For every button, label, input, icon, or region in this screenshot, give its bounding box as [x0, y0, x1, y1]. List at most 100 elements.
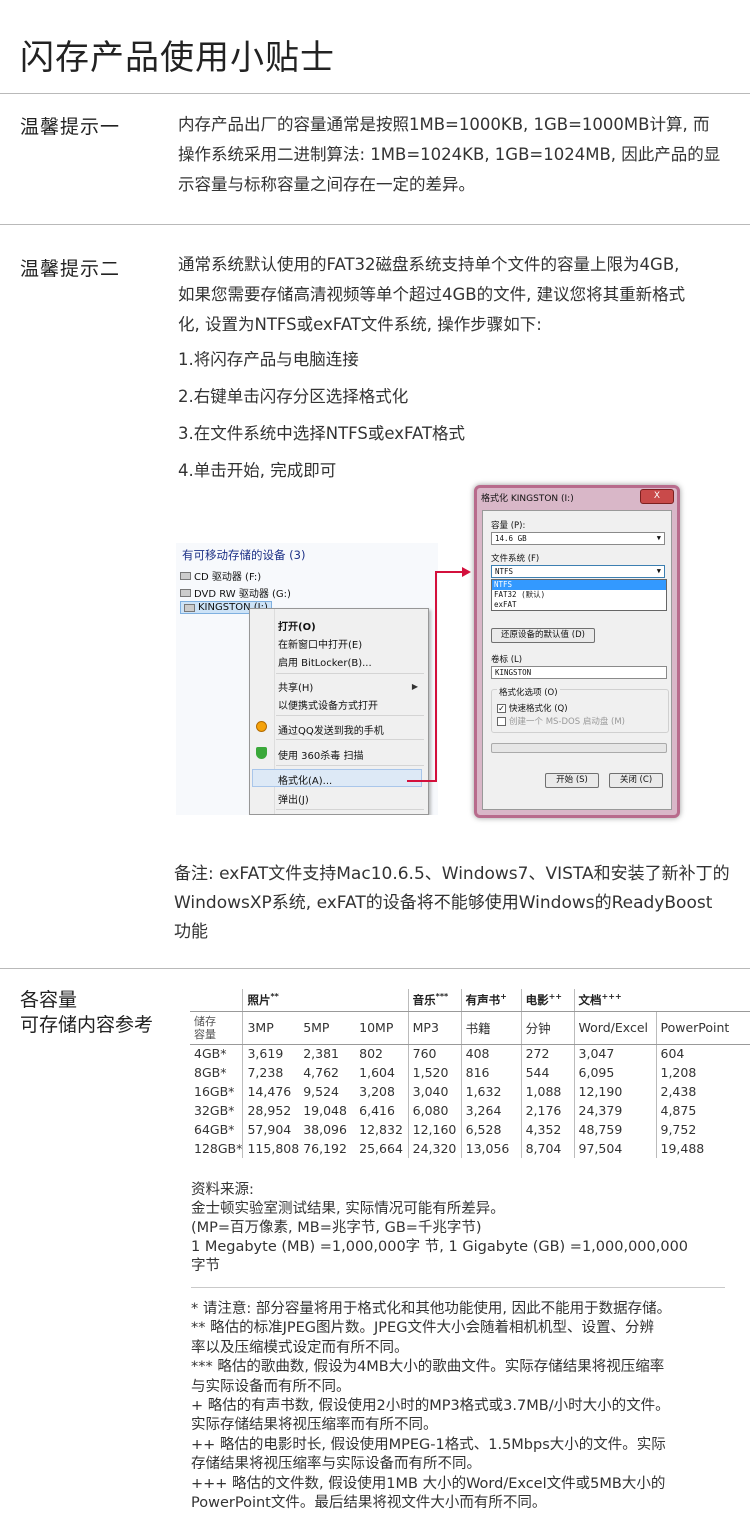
volume-label-input[interactable]: KINGSTON [491, 666, 667, 679]
col-header: Word/Excel [573, 1011, 656, 1045]
format-options-label: 格式化选项 (O) [497, 686, 560, 698]
table-row: 128GB* 115,808 76,192 25,664 24,320 13,056 8,7… [190, 1139, 750, 1158]
divider [0, 224, 750, 225]
menu-scan-360[interactable]: 使用 360杀毒 扫描 [278, 747, 363, 762]
note-text: 备注: exFAT文件支持Mac10.6.5、Windows7、VISTA和安装… [174, 864, 730, 942]
chevron-down-icon: ▼ [656, 534, 661, 542]
capacity-select[interactable]: 14.6 GB ▼ [491, 532, 665, 545]
table-cell: 6,528 [460, 1120, 522, 1139]
table-row: 4GB* 3,619 2,381 802 760 408 272 3,047 604 [190, 1044, 750, 1063]
table-cell: 760 [407, 1044, 462, 1063]
step-1: 1.将闪存产品与电脑连接 [178, 350, 359, 369]
table-cell: 12,160 [407, 1120, 462, 1139]
table-cell: 6,080 [407, 1101, 462, 1120]
format-progress-bar [491, 743, 667, 753]
table-cell: 12,832 [359, 1122, 403, 1137]
group-music: 音乐*** [407, 989, 462, 1012]
volume-label-label: 卷标 (L) [491, 655, 523, 665]
table-cell: 4,352 [520, 1120, 575, 1139]
data-source: 资料来源: 金士顿实验室测试结果, 实际情况可能有所差异。 (MP=百万像素, … [191, 1182, 689, 1274]
table-cell: 1,632 [460, 1082, 522, 1101]
row-capacity: 4GB* [194, 1046, 227, 1062]
check-icon: ✓ [497, 703, 506, 713]
tip2-label: 温馨提示二 [20, 258, 121, 280]
col-header: MP3 [407, 1011, 462, 1045]
table-cell: 408 [460, 1044, 522, 1063]
tip1-label: 温馨提示一 [20, 116, 121, 138]
close-button[interactable]: 关闭 (C) [609, 773, 663, 788]
close-icon[interactable]: X [640, 489, 674, 504]
table-cell: 76,192 [303, 1141, 347, 1156]
table-cell: 604 [655, 1044, 750, 1063]
table-cell: 57,904 [242, 1120, 300, 1139]
table-row: 8GB* 7,238 4,762 1,604 1,520 816 544 6,095 1,208 [190, 1063, 750, 1082]
filesystem-options: NTFS FAT32 (默认) exFAT [491, 579, 667, 611]
menu-bitlocker[interactable]: 启用 BitLocker(B)... [278, 654, 372, 669]
fs-option-exfat[interactable]: exFAT [492, 600, 666, 610]
table-cell: 115,808 [242, 1139, 300, 1158]
table-cell: 3,619 [242, 1044, 300, 1063]
table-cell: 2,438 [655, 1082, 750, 1101]
table-cell: 4,875 [655, 1101, 750, 1120]
tip2-text: 通常系统默认使用的FAT32磁盘系统支持单个文件的容量上限为4GB, 如果您需要… [178, 255, 686, 334]
table-cell: 8,704 [520, 1139, 575, 1158]
col-header: 5MP [299, 1011, 356, 1045]
quick-format-checkbox[interactable]: ✓ 快速格式化 (Q) [497, 702, 568, 714]
chevron-down-icon: ▼ [656, 567, 661, 575]
table-cell: 1,088 [520, 1082, 575, 1101]
fs-option-fat32[interactable]: FAT32 (默认) [492, 590, 666, 600]
filesystem-label: 文件系统 (F) [491, 554, 540, 564]
table-cell: 544 [520, 1063, 575, 1082]
table-cell: 25,664 [359, 1141, 403, 1156]
menu-open-new-window[interactable]: 在新窗口中打开(E) [278, 636, 362, 651]
table-cell: 48,759 [573, 1120, 656, 1139]
divider [0, 93, 750, 94]
filesystem-select[interactable]: NTFS ▼ [491, 565, 665, 578]
device-dvd-drive[interactable]: DVD RW 驱动器 (G:) [180, 585, 291, 600]
table-cell: 9,752 [655, 1120, 750, 1139]
table-cell: 2,176 [520, 1101, 575, 1120]
qq-icon [256, 721, 267, 732]
msdos-startup-checkbox[interactable]: 创建一个 MS-DOS 启动盘 (M) [497, 715, 625, 727]
divider [0, 968, 750, 969]
table-cell: 13,056 [460, 1139, 522, 1158]
table-cell: 24,320 [407, 1139, 462, 1158]
context-menu: 打开(O) 在新窗口中打开(E) 启用 BitLocker(B)... 共享(H… [249, 608, 429, 815]
footnotes: * 请注意: 部分容量将用于格式化和其他功能使用, 因此不能用于数据存储。 **… [191, 1301, 672, 1512]
table-cell: 1,604 [359, 1065, 395, 1080]
menu-send-qq[interactable]: 通过QQ发送到我的手机 [278, 722, 384, 737]
menu-open[interactable]: 打开(O) [278, 618, 316, 633]
col-header: 10MP [355, 1011, 409, 1045]
step-3: 3.在文件系统中选择NTFS或exFAT格式 [178, 424, 466, 443]
table-cell: 272 [520, 1044, 575, 1063]
col-storage: 储存 容量 [190, 1011, 243, 1045]
restore-defaults-button[interactable]: 还原设备的默认值 (D) [491, 628, 595, 643]
col-header: PowerPoint [655, 1011, 750, 1045]
device-cd-drive[interactable]: CD 驱动器 (F:) [180, 568, 261, 583]
shield-icon [256, 747, 267, 759]
fs-option-ntfs[interactable]: NTFS [492, 580, 666, 590]
start-button[interactable]: 开始 (S) [545, 773, 599, 788]
drive-icon [180, 588, 191, 597]
capacity-section-label: 各容量 可存储内容参考 [20, 989, 154, 1036]
format-dialog: 格式化 KINGSTON (I:) X 容量 (P): 14.6 GB ▼ 文件系… [474, 485, 680, 818]
table-cell: 38,096 [303, 1122, 347, 1137]
table-cell: 3,047 [573, 1044, 656, 1063]
row-capacity: 128GB* [194, 1141, 243, 1156]
menu-eject[interactable]: 弹出(J) [278, 791, 309, 806]
dialog-title: 格式化 KINGSTON (I:) [481, 494, 574, 504]
table-cell: 6,416 [359, 1103, 395, 1118]
table-cell: 816 [460, 1063, 522, 1082]
menu-share[interactable]: 共享(H) [278, 679, 313, 694]
table-cell: 2,381 [303, 1046, 339, 1062]
table-cell: 4,762 [303, 1065, 339, 1080]
col-header: 分钟 [520, 1011, 575, 1045]
menu-portable-device[interactable]: 以便携式设备方式打开 [278, 697, 378, 712]
menu-format[interactable]: 格式化(A)... [278, 772, 332, 787]
drive-icon [180, 571, 191, 580]
table-row: 16GB* 14,476 9,524 3,208 3,040 1,632 1,088 12,1… [190, 1082, 750, 1101]
table-cell: 19,488 [655, 1139, 750, 1158]
row-capacity: 32GB* [194, 1103, 235, 1118]
divider [191, 1287, 725, 1288]
table-cell: 6,095 [573, 1063, 656, 1082]
